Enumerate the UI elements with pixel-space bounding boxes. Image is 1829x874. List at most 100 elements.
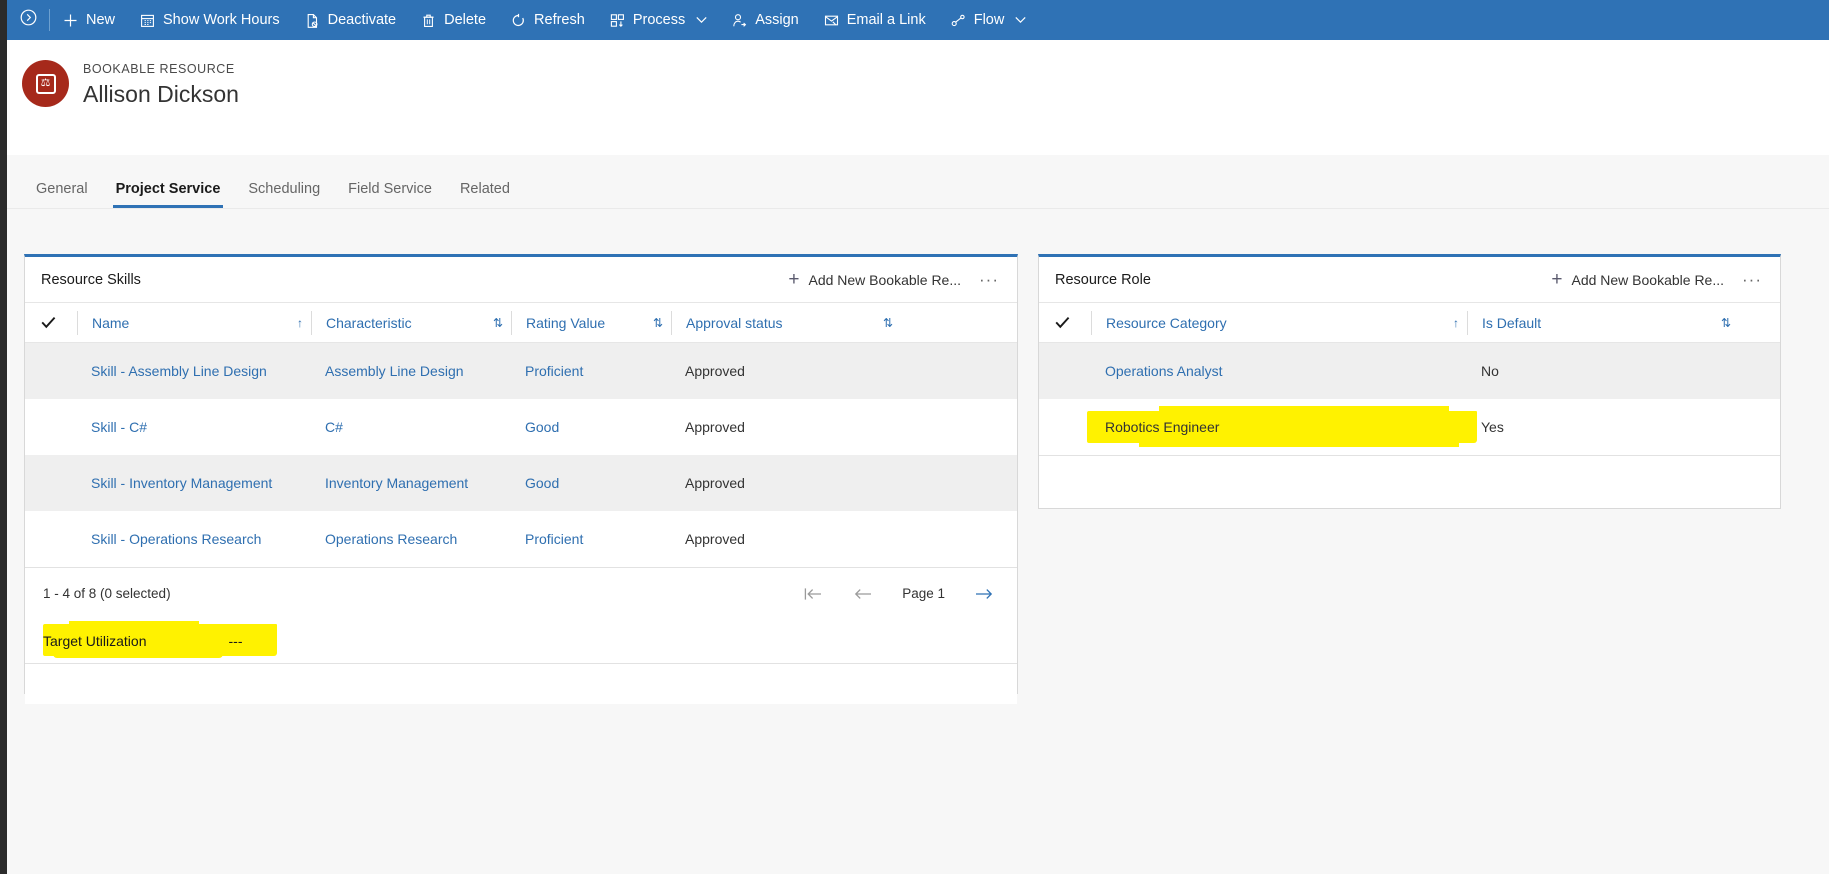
cell-approval-status: Approved [685,475,745,491]
highlight-mark-robotics-engineer-tail [1139,441,1459,447]
tab-strip: General Project Service Scheduling Field… [7,155,1829,209]
tab-scheduling[interactable]: Scheduling [234,181,334,208]
cell-approval-status: Approved [685,419,745,435]
cell-name[interactable]: Skill - C# [77,419,311,435]
previous-page-button[interactable] [852,583,874,605]
cell-name[interactable]: Skill - Assembly Line Design [77,363,311,379]
table-row[interactable]: Skill - C# C# Good Approved [25,399,1017,455]
resource-skills-panel: Resource Skills + Add New Bookable Re...… [24,254,1018,704]
command-refresh[interactable]: Refresh [498,0,597,40]
command-assign[interactable]: Assign [719,0,811,40]
resource-skills-title: Resource Skills [41,271,141,288]
command-delete[interactable]: Delete [408,0,498,40]
document-off-icon [304,12,321,29]
table-row[interactable]: Operations Analyst No [1039,343,1780,399]
panel-empty-area [25,664,1017,704]
left-navigation-rail [0,0,7,874]
resource-skills-grid-header: Name ↑ Characteristic ⇅ Rating Value ⇅ A… [25,303,1017,343]
column-header-approval-status-label: Approval status [686,314,783,331]
next-page-button[interactable] [973,583,995,605]
add-new-bookable-resource-category-label: Add New Bookable Re... [1571,271,1725,288]
column-header-is-default[interactable]: Is Default ⇅ [1467,310,1739,335]
select-all-checkbox[interactable] [1055,316,1091,329]
ascending-icon: ↑ [297,315,303,330]
cell-approval-status: Approved [685,531,745,547]
column-header-rating-value[interactable]: Rating Value ⇅ [511,310,671,335]
resource-skills-grid-footer: 1 - 4 of 8 (0 selected) Page 1 [25,567,1017,619]
table-row[interactable]: Skill - Inventory Management Inventory M… [25,455,1017,511]
cell-rating-value[interactable]: Good [511,475,671,491]
person-arrow-icon [731,12,748,29]
plus-icon [62,12,79,29]
tab-project-service[interactable]: Project Service [102,181,235,208]
plus-icon: + [788,269,800,290]
cell-rating-value[interactable]: Proficient [511,531,671,547]
target-utilization-value: --- [228,633,243,649]
chevron-down-icon [696,16,707,24]
command-new-label: New [86,11,116,28]
highlight-mark-robotics-engineer-top [1159,406,1449,413]
resource-role-title: Resource Role [1055,271,1151,288]
sortable-icon: ⇅ [652,315,663,330]
command-flow[interactable]: Flow [938,0,1039,40]
form-canvas: Resource Skills + Add New Bookable Re...… [7,209,1829,874]
table-row[interactable]: Skill - Operations Research Operations R… [25,511,1017,567]
cell-resource-category[interactable]: Operations Analyst [1091,363,1467,379]
column-header-resource-category-label: Resource Category [1106,314,1227,331]
column-header-characteristic[interactable]: Characteristic ⇅ [311,310,511,335]
cell-characteristic[interactable]: C# [311,419,511,435]
tab-related[interactable]: Related [446,181,524,208]
resource-skills-grid: Name ↑ Characteristic ⇅ Rating Value ⇅ A… [25,303,1017,704]
cell-is-default: Yes [1481,419,1504,435]
cell-rating-value[interactable]: Proficient [511,363,671,379]
cell-name[interactable]: Skill - Operations Research [77,531,311,547]
column-header-name[interactable]: Name ↑ [77,310,311,335]
ascending-icon: ↑ [1453,315,1459,330]
resource-role-grid: Resource Category ↑ Is Default ⇅ Operati… [1039,303,1780,496]
chevron-circle-right-icon [20,9,37,31]
command-show-work-hours-label: Show Work Hours [163,11,280,28]
add-new-bookable-resource-category-button[interactable]: + Add New Bookable Re... [1551,270,1724,289]
avatar: ⚖ [22,60,69,107]
command-show-work-hours[interactable]: Show Work Hours [127,0,292,40]
ellipsis-icon[interactable]: ··· [1738,271,1766,288]
cell-characteristic[interactable]: Inventory Management [311,475,511,491]
table-row[interactable]: Robotics Engineer Yes [1039,399,1780,455]
trash-icon [420,12,437,29]
checkmark-icon [41,316,56,329]
page-label: Page 1 [902,586,945,601]
resource-role-grid-header: Resource Category ↑ Is Default ⇅ [1039,303,1780,343]
resource-skills-header: Resource Skills + Add New Bookable Re...… [25,257,1017,303]
command-process[interactable]: Process [597,0,719,40]
expand-navigation-button[interactable] [7,0,49,40]
cell-name[interactable]: Skill - Inventory Management [77,475,311,491]
table-row[interactable]: Skill - Assembly Line Design Assembly Li… [25,343,1017,399]
cell-approval-status: Approved [685,363,745,379]
previous-page-icon [855,588,872,599]
tab-field-service[interactable]: Field Service [334,181,446,208]
cell-resource-category[interactable]: Robotics Engineer [1091,419,1467,435]
command-new[interactable]: New [50,0,127,40]
resource-role-panel: Resource Role + Add New Bookable Re... ·… [1038,254,1781,509]
target-utilization-label: Target Utilization [43,633,147,649]
target-utilization-field[interactable]: Target Utilization --- [25,619,1017,663]
command-deactivate[interactable]: Deactivate [292,0,409,40]
first-page-button[interactable] [802,583,824,605]
add-new-bookable-resource-skill-button[interactable]: + Add New Bookable Re... [788,270,961,289]
flow-icon [950,12,967,29]
cell-rating-value[interactable]: Good [511,419,671,435]
command-bar: New Show Work Hours Deactivate Delete Re [7,0,1829,40]
column-header-approval-status[interactable]: Approval status ⇅ [671,310,901,335]
first-page-icon [804,587,822,600]
ellipsis-icon[interactable]: ··· [975,271,1003,288]
column-header-resource-category[interactable]: Resource Category ↑ [1091,310,1467,335]
email-link-icon [823,12,840,29]
tab-general[interactable]: General [22,181,102,208]
command-email-a-link[interactable]: Email a Link [811,0,938,40]
pagination-controls: Page 1 [802,583,995,605]
column-header-is-default-label: Is Default [1482,314,1542,331]
cell-characteristic[interactable]: Operations Research [311,531,511,547]
cell-characteristic[interactable]: Assembly Line Design [311,363,511,379]
bookable-resource-icon: ⚖ [35,73,56,94]
select-all-checkbox[interactable] [41,316,77,329]
